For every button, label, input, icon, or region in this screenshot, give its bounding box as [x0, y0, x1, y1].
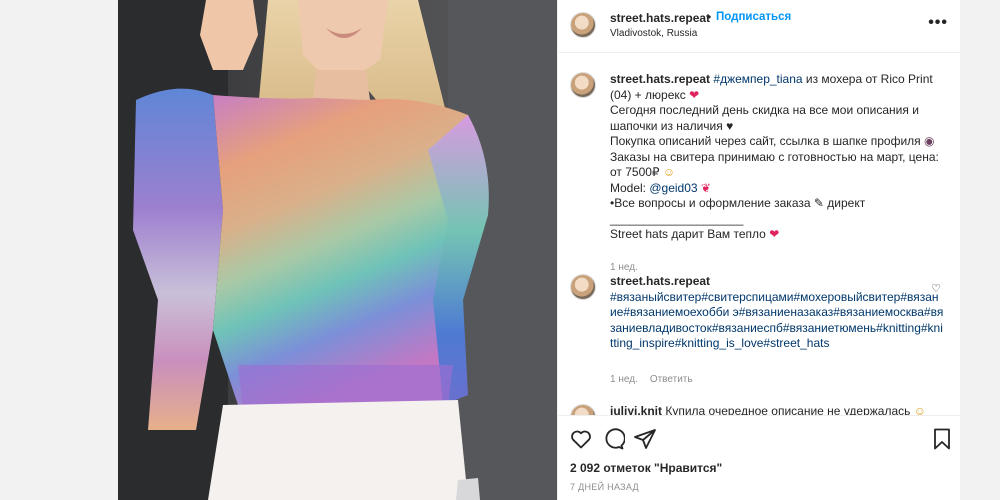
comment-username-link[interactable]: street.hats.repeat — [610, 274, 710, 288]
caption-time[interactable]: 1 нед. — [610, 262, 638, 273]
owl-emoji-icon: ◉ — [923, 134, 935, 148]
caption-line-7: Street hats дарит Вам тепло — [610, 227, 770, 241]
author-avatar[interactable] — [570, 12, 596, 38]
partial-comment-avatar[interactable] — [570, 404, 596, 415]
red-heart-emoji-icon: ❤ — [689, 87, 700, 102]
red-heart-emoji-icon-2: ❤ — [769, 227, 780, 241]
comment-meta: 1 нед. Ответить — [610, 374, 693, 385]
comment-bubble-icon[interactable] — [601, 427, 625, 451]
caption-line-6-end: директ — [823, 196, 866, 210]
caption-line-2: Сегодня последний день скидка на все мои… — [610, 103, 919, 133]
smile-emoji-icon-2: ☺ — [913, 404, 926, 415]
caption-line-6: •Все вопросы и оформление заказа — [610, 196, 814, 210]
comment-text: street.hats.repeat #вязаныйсвитер#свитер… — [610, 274, 945, 352]
post-timestamp[interactable]: 7 ДНЕЙ НАЗАД — [570, 482, 639, 492]
post-header: street.hats.repeat • Подписаться Vladivo… — [558, 0, 960, 53]
comment-time[interactable]: 1 нед. — [610, 374, 638, 385]
caption-username-link[interactable]: street.hats.repeat — [610, 72, 710, 86]
reply-button[interactable]: Ответить — [650, 374, 693, 385]
caption-text: street.hats.repeat #джемпер_tiana из мох… — [610, 72, 945, 243]
partial-comment-body: Купила очередное описание не удержалась — [665, 404, 914, 415]
follow-button[interactable]: Подписаться — [716, 11, 791, 23]
save-bookmark-icon[interactable] — [930, 427, 954, 451]
partial-comment-username-link[interactable]: iuliyi.knit — [610, 404, 662, 415]
black-heart-emoji-icon: ♥ — [726, 118, 734, 133]
author-username-link[interactable]: street.hats.repeat — [610, 11, 710, 25]
post-dialog: street.hats.repeat • Подписаться Vladivo… — [118, 0, 961, 500]
lips-emoji-icon: ❦ — [700, 180, 711, 195]
comment-hashtags[interactable]: #вязаныйсвитер#свитерспицами#мохеровыйсв… — [610, 290, 943, 351]
post-actions-bar: 2 092 отметок "Нравится" 7 ДНЕЙ НАЗАД — [558, 415, 961, 500]
likes-count[interactable]: 2 092 отметок "Нравится" — [570, 461, 722, 475]
post-photo[interactable] — [118, 0, 557, 500]
location-link[interactable]: Vladivostok, Russia — [610, 28, 697, 39]
caption-hashtag-link[interactable]: #джемпер_tiana — [713, 72, 802, 86]
model-mention-link[interactable]: @geid03 — [649, 181, 697, 195]
post-side-panel: street.hats.repeat • Подписаться Vladivo… — [557, 0, 961, 500]
sweater-photo-illustration — [118, 0, 557, 500]
share-send-icon[interactable] — [633, 427, 657, 451]
comments-list[interactable]: street.hats.repeat #джемпер_tiana из мох… — [558, 54, 961, 415]
caption-separator: ____________________ — [610, 211, 744, 226]
caption-line-4: Заказы на свитера принимаю с готовностью… — [610, 149, 939, 180]
comment-avatar[interactable] — [570, 274, 596, 300]
header-separator-dot: • — [707, 10, 712, 24]
page: street.hats.repeat • Подписаться Vladivo… — [0, 0, 1000, 500]
partial-comment-text: iuliyi.knit Купила очередное описание не… — [610, 404, 945, 415]
like-heart-icon[interactable] — [569, 427, 593, 451]
memo-emoji-icon: ✎ — [813, 196, 824, 210]
caption-model-label: Model: — [610, 180, 650, 195]
smile-emoji-icon: ☺ — [662, 165, 676, 179]
more-options-icon[interactable]: ••• — [928, 14, 948, 32]
caption-meta: 1 нед. — [610, 262, 638, 273]
like-comment-icon[interactable]: ♡ — [931, 282, 941, 295]
caption-avatar[interactable] — [570, 72, 596, 98]
caption-line-3: Покупка описаний через сайт, ссылка в ша… — [610, 134, 924, 148]
